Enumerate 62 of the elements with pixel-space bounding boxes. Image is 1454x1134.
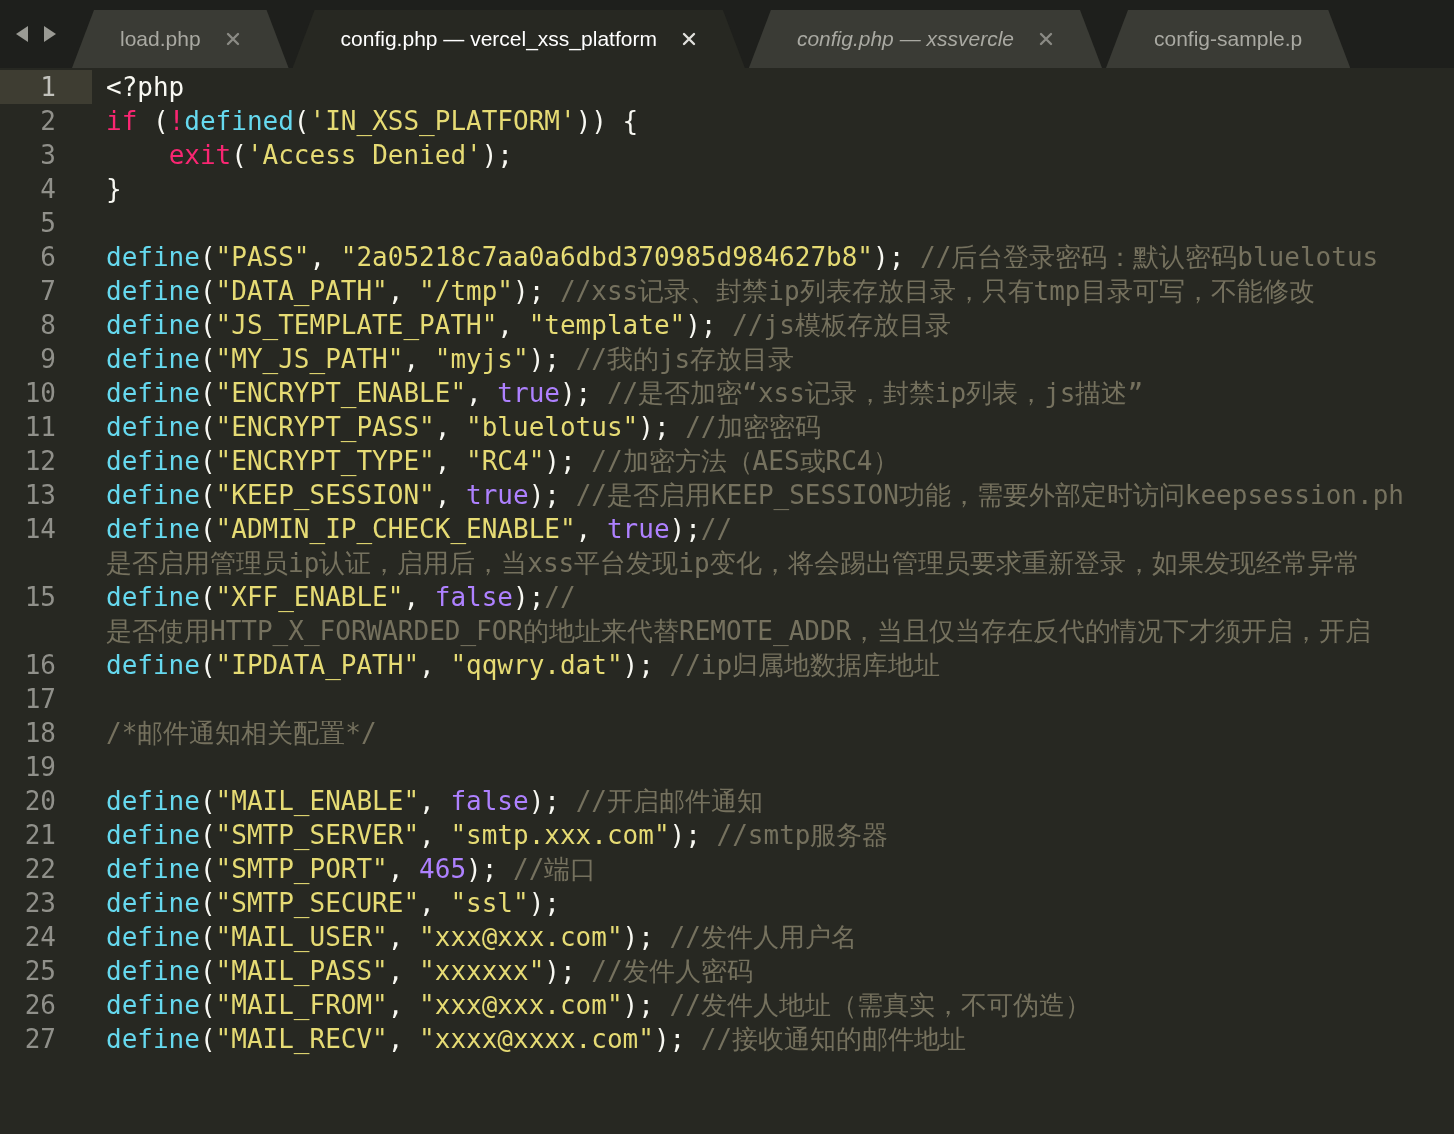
line-number: 14 <box>24 513 56 546</box>
editor-tab[interactable]: config.php — xssvercle <box>748 10 1102 68</box>
code-line: define("ENCRYPT_TYPE", "RC4"); //加密方法（AES或RC4） <box>106 446 899 476</box>
code-line: 是否启用管理员ip认证，启用后，当xss平台发现ip变化，将会踢出管理员要求重新登录，如果发现经常异常 <box>106 548 1360 578</box>
editor-tab[interactable]: config.php — vercel_xss_platform <box>292 10 745 68</box>
code-line: if (!defined('IN_XSS_PLATFORM')) { <box>106 106 639 136</box>
line-number: 7 <box>40 275 56 308</box>
code-line: define("ENCRYPT_ENABLE", true); //是否加密“xss记录，封禁ip列表，js描述” <box>106 378 1144 408</box>
line-number: 25 <box>24 955 56 988</box>
code-line: define("DATA_PATH", "/tmp"); //xss记录、封禁ip列表存放目录，只有tmp目录可写，不能修改 <box>106 276 1315 306</box>
tab-label: load.php <box>120 26 201 53</box>
code-line: define("SMTP_SERVER", "smtp.xxx.com"); //smtp服务器 <box>106 820 889 850</box>
tab-label: config.php — xssvercle <box>796 26 1014 53</box>
line-number: 5 <box>40 207 56 240</box>
line-number: 17 <box>24 683 56 716</box>
code-line: define("PASS", "2a05218c7aa0a6dbd370985d984627b8"); //后台登录密码：默认密码bluelotus <box>106 242 1379 272</box>
code-line: define("MY_JS_PATH", "myjs"); //我的js存放目录 <box>106 344 795 374</box>
line-number: 12 <box>24 445 56 478</box>
code-line: define("KEEP_SESSION", true); //是否启用KEEP_SESSION功能，需要外部定时访问keepsession.ph <box>106 480 1404 510</box>
line-number: 11 <box>24 411 56 444</box>
line-number: 1 <box>40 71 56 104</box>
line-number: 16 <box>24 649 56 682</box>
editor-tab[interactable]: config-sample.p <box>1106 10 1351 68</box>
code-line: define("ENCRYPT_PASS", "bluelotus"); //加密密码 <box>106 412 821 442</box>
code-line: /*邮件通知相关配置*/ <box>106 718 377 748</box>
line-number: 21 <box>24 819 56 852</box>
close-icon[interactable] <box>680 31 697 47</box>
line-number: 8 <box>40 309 56 342</box>
line-number: 6 <box>40 241 56 274</box>
code-line: define("MAIL_ENABLE", false); //开启邮件通知 <box>106 786 763 816</box>
line-number: 9 <box>40 343 56 376</box>
code-line: define("JS_TEMPLATE_PATH", "template"); //js模板存放目录 <box>106 310 951 340</box>
code-line: <?php <box>106 72 185 102</box>
line-number: 10 <box>24 377 56 410</box>
code-line: define("SMTP_SECURE", "ssl"); <box>106 888 560 918</box>
line-number: 23 <box>24 887 56 920</box>
code-line: define("XFF_ENABLE", false);// <box>106 582 576 612</box>
line-number: 18 <box>24 717 56 750</box>
tab-label: config-sample.p <box>1154 26 1303 53</box>
code-line: define("MAIL_FROM", "xxx@xxx.com"); //发件人地址（需真实，不可伪造） <box>106 990 1091 1020</box>
line-number: 22 <box>24 853 56 886</box>
line-number: 2 <box>40 105 56 138</box>
line-number: 27 <box>24 1023 56 1056</box>
line-number: 24 <box>24 921 56 954</box>
line-number: 3 <box>40 139 56 172</box>
tab-label: config.php — vercel_xss_platform <box>340 26 657 53</box>
line-number: 13 <box>24 479 56 512</box>
code-line: define("MAIL_USER", "xxx@xxx.com"); //发件人用户名 <box>106 922 857 952</box>
code-line: define("ADMIN_IP_CHECK_ENABLE", true);// <box>106 514 733 544</box>
code-line: } <box>106 174 122 204</box>
code-line: exit('Access Denied'); <box>167 140 514 170</box>
code-line: define("MAIL_PASS", "xxxxxx"); //发件人密码 <box>106 956 753 986</box>
code-line: define("MAIL_RECV", "xxxx@xxxx.com"); //接收通知的邮件地址 <box>106 1024 967 1054</box>
line-number: 19 <box>24 751 56 784</box>
line-number: 4 <box>40 173 56 206</box>
line-number: 15 <box>24 581 56 614</box>
line-number: 26 <box>24 989 56 1022</box>
line-number: 20 <box>24 785 56 818</box>
code-line: define("IPDATA_PATH", "qqwry.dat"); //ip归属地数据库地址 <box>106 650 941 680</box>
editor-tab[interactable]: load.php <box>72 10 289 68</box>
code-line: 是否使用HTTP_X_FORWARDED_FOR的地址来代替REMOTE_ADDR，当且仅当存在反代的情况下才须开启，开启 <box>106 616 1372 646</box>
code-line: define("SMTP_PORT", 465); //端口 <box>106 854 597 884</box>
